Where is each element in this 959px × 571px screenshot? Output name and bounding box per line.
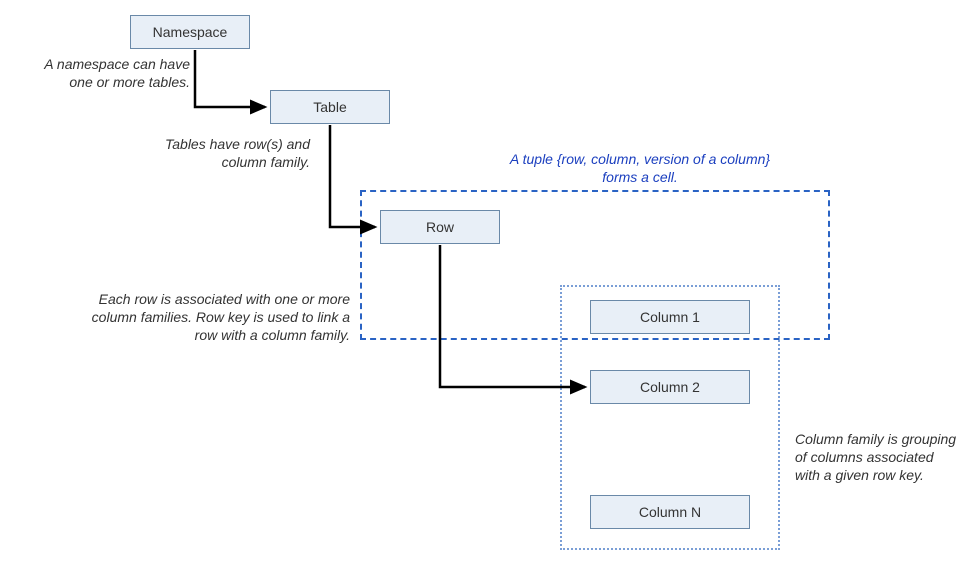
node-row: Row	[380, 210, 500, 244]
node-column-2: Column 2	[590, 370, 750, 404]
node-label: Column 2	[640, 379, 700, 395]
annotation-text: Each row is associated with one or more …	[92, 291, 350, 343]
node-label: Namespace	[153, 24, 228, 40]
annotation-family: Column family is grouping of columns ass…	[795, 430, 959, 485]
annotation-table: Tables have row(s) and column family.	[140, 135, 310, 171]
node-label: Column N	[639, 504, 701, 520]
diagram-canvas: Namespace Table Row Column 1 Column 2 Co…	[0, 0, 959, 571]
arrow-ns-to-table	[195, 50, 265, 107]
annotation-namespace: A namespace can have one or more tables.	[20, 55, 190, 91]
annotation-row: Each row is associated with one or more …	[80, 290, 350, 345]
node-column-1: Column 1	[590, 300, 750, 334]
annotation-text: Column family is grouping of columns ass…	[795, 431, 956, 483]
node-table: Table	[270, 90, 390, 124]
annotation-tuple: A tuple {row, column, version of a colum…	[500, 150, 780, 186]
node-label: Column 1	[640, 309, 700, 325]
node-column-n: Column N	[590, 495, 750, 529]
annotation-text: Tables have row(s) and column family.	[165, 136, 310, 170]
annotation-text: A tuple {row, column, version of a colum…	[510, 151, 770, 185]
node-label: Row	[426, 219, 454, 235]
node-namespace: Namespace	[130, 15, 250, 49]
node-label: Table	[313, 99, 346, 115]
annotation-text: A namespace can have one or more tables.	[44, 56, 190, 90]
